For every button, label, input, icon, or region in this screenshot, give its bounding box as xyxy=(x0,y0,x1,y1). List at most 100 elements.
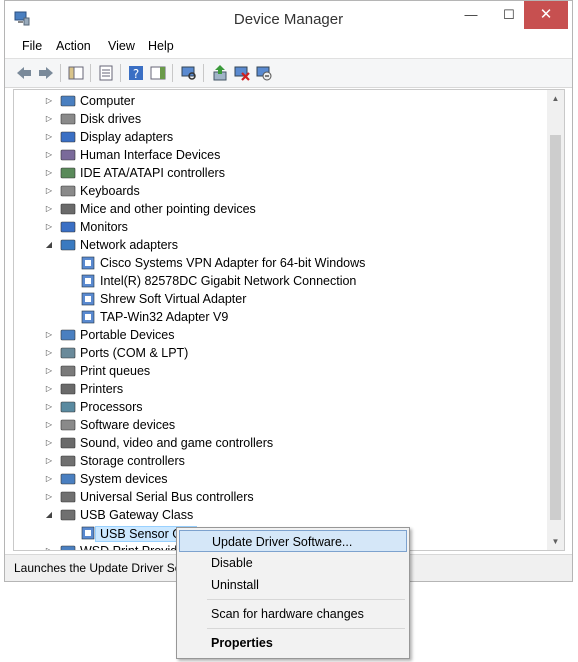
close-button[interactable]: ✕ xyxy=(524,1,568,29)
device-category-icon xyxy=(60,149,76,161)
tree-category-label: Keyboards xyxy=(80,184,140,198)
expand-arrow-icon[interactable]: ▷ xyxy=(44,420,54,430)
scroll-down-arrow-icon[interactable]: ▼ xyxy=(547,533,564,550)
tree-category-label: Sound, video and game controllers xyxy=(80,436,274,450)
back-arrow-icon[interactable] xyxy=(15,64,33,82)
expand-arrow-icon[interactable]: ▷ xyxy=(44,348,54,358)
collapse-arrow-icon[interactable]: ◢ xyxy=(44,510,54,520)
expand-arrow-icon[interactable]: ▷ xyxy=(44,186,54,196)
update-driver-icon[interactable] xyxy=(211,64,229,82)
device-category-icon xyxy=(60,95,76,107)
vertical-scrollbar[interactable]: ▲ ▼ xyxy=(547,90,564,550)
device-category-icon xyxy=(60,203,76,215)
device-icon xyxy=(81,526,95,540)
expand-arrow-icon[interactable]: ▷ xyxy=(44,114,54,124)
tree-category-label: Storage controllers xyxy=(80,454,185,468)
tree-category-label: Monitors xyxy=(80,220,128,234)
disable-device-icon[interactable] xyxy=(233,64,251,82)
toolbar: ? xyxy=(5,58,572,88)
tree-device-label: Shrew Soft Virtual Adapter xyxy=(100,292,247,306)
expand-arrow-icon[interactable]: ▷ xyxy=(44,204,54,214)
expand-arrow-icon[interactable]: ▷ xyxy=(44,222,54,232)
device-category-icon xyxy=(60,167,76,179)
action-pane-icon[interactable] xyxy=(149,64,167,82)
scan-hardware-icon[interactable] xyxy=(180,64,198,82)
menu-item-update-driver[interactable]: Update Driver Software... xyxy=(179,530,407,552)
device-category-icon xyxy=(60,185,76,197)
tree-category-label: Printers xyxy=(80,382,124,396)
device-tree[interactable]: ▷ Computer ▷ Disk drives ▷ Display adapters ▷ H… xyxy=(13,89,565,551)
device-category-icon xyxy=(60,347,76,359)
expand-arrow-icon[interactable]: ▷ xyxy=(44,492,54,502)
expand-arrow-icon[interactable]: ▷ xyxy=(44,456,54,466)
scroll-up-arrow-icon[interactable]: ▲ xyxy=(547,90,564,107)
tree-category-label: Network adapters xyxy=(80,238,178,252)
expand-arrow-icon[interactable]: ▷ xyxy=(44,96,54,106)
tree-category-label: Ports (COM & LPT) xyxy=(80,346,189,360)
expand-arrow-icon[interactable]: ▷ xyxy=(44,474,54,484)
tree-category-label: Processors xyxy=(80,400,143,414)
expand-arrow-icon[interactable]: ▷ xyxy=(44,546,54,550)
device-category-icon xyxy=(60,239,76,251)
expand-arrow-icon[interactable]: ▷ xyxy=(44,150,54,160)
maximize-button[interactable]: ☐ xyxy=(492,1,526,29)
menu-view[interactable]: View xyxy=(108,39,135,53)
properties-sheet-icon[interactable] xyxy=(97,64,115,82)
device-category-icon xyxy=(60,419,76,431)
device-category-icon xyxy=(60,455,76,467)
tree-category-label: Universal Serial Bus controllers xyxy=(80,490,254,504)
menu-item-disable[interactable]: Disable xyxy=(179,552,407,574)
tree-category-label: Software devices xyxy=(80,418,176,432)
svg-text:?: ? xyxy=(133,67,139,81)
menu-file[interactable]: File xyxy=(22,39,42,53)
menu-help[interactable]: Help xyxy=(148,39,174,53)
scrollbar-thumb[interactable] xyxy=(550,135,561,520)
status-text: Launches the Update Driver Sof xyxy=(14,561,185,575)
expand-arrow-icon[interactable]: ▷ xyxy=(44,132,54,142)
expand-arrow-icon[interactable]: ▷ xyxy=(44,366,54,376)
tree-category-label: Print queues xyxy=(80,364,151,378)
minimize-button[interactable]: — xyxy=(454,1,488,29)
device-manager-window: Device Manager — ☐ ✕ File Action View He… xyxy=(4,0,573,582)
device-category-icon xyxy=(60,383,76,395)
tree-category-label: Disk drives xyxy=(80,112,142,126)
show-hide-console-tree-icon[interactable] xyxy=(67,64,85,82)
tree-category-label: System devices xyxy=(80,472,168,486)
help-icon[interactable]: ? xyxy=(127,64,145,82)
tree-device-label: Cisco Systems VPN Adapter for 64-bit Win… xyxy=(100,256,366,270)
device-category-icon xyxy=(60,401,76,413)
device-icon xyxy=(81,310,95,324)
menu-item-properties[interactable]: Properties xyxy=(179,632,407,654)
collapse-arrow-icon[interactable]: ◢ xyxy=(44,240,54,250)
device-category-icon xyxy=(60,131,76,143)
menu-action[interactable]: Action xyxy=(56,39,91,53)
device-category-icon xyxy=(60,221,76,233)
expand-arrow-icon[interactable]: ▷ xyxy=(44,330,54,340)
device-category-icon xyxy=(60,491,76,503)
expand-arrow-icon[interactable]: ▷ xyxy=(44,168,54,178)
tree-category-label: IDE ATA/ATAPI controllers xyxy=(80,166,225,180)
title-bar: Device Manager — ☐ ✕ xyxy=(5,1,572,37)
expand-arrow-icon[interactable]: ▷ xyxy=(44,402,54,412)
uninstall-device-icon[interactable] xyxy=(255,64,273,82)
context-menu: Update Driver Software... Disable Uninst… xyxy=(176,527,410,659)
device-icon xyxy=(81,274,95,288)
tree-device-label: TAP-Win32 Adapter V9 xyxy=(100,310,229,324)
tree-category-label: Portable Devices xyxy=(80,328,175,342)
tree-category-label: Human Interface Devices xyxy=(80,148,221,162)
menu-separator xyxy=(207,628,405,629)
expand-arrow-icon[interactable]: ▷ xyxy=(44,384,54,394)
menu-bar: File Action View Help xyxy=(5,37,572,57)
tree-category-label: Computer xyxy=(80,94,135,108)
forward-arrow-icon[interactable] xyxy=(37,64,55,82)
tree-category-label: WSD Print Provider xyxy=(80,544,189,551)
tree-category-label: Mice and other pointing devices xyxy=(80,202,256,216)
device-category-icon xyxy=(60,545,76,550)
device-icon xyxy=(81,256,95,270)
menu-separator xyxy=(207,599,405,600)
expand-arrow-icon[interactable]: ▷ xyxy=(44,438,54,448)
tree-category-label: Display adapters xyxy=(80,130,174,144)
tree-category-label: USB Gateway Class xyxy=(80,508,194,522)
menu-item-uninstall[interactable]: Uninstall xyxy=(179,574,407,596)
menu-item-scan-hardware[interactable]: Scan for hardware changes xyxy=(179,603,407,625)
